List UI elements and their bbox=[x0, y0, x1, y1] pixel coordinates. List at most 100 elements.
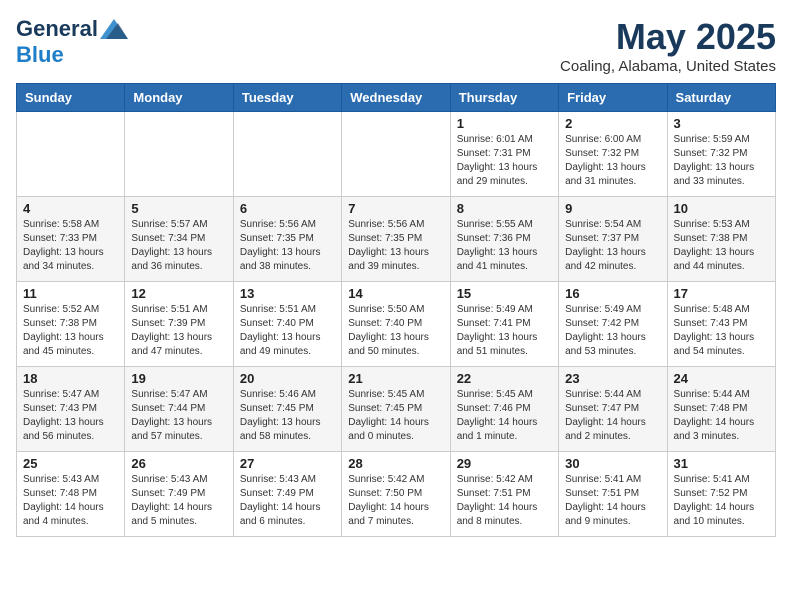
day-number: 6 bbox=[240, 201, 335, 216]
calendar-cell: 28 Sunrise: 5:42 AM Sunset: 7:50 PM Dayli… bbox=[342, 452, 450, 537]
day-info: Sunrise: 5:43 AM Sunset: 7:49 PM Dayligh… bbox=[131, 473, 226, 529]
day-info: Sunrise: 5:58 AM Sunset: 7:33 PM Dayligh… bbox=[23, 218, 118, 274]
day-number: 19 bbox=[131, 371, 226, 386]
calendar-cell: 26 Sunrise: 5:43 AM Sunset: 7:49 PM Dayli… bbox=[125, 452, 233, 537]
day-info: Sunrise: 5:48 AM Sunset: 7:43 PM Dayligh… bbox=[674, 303, 769, 359]
day-number: 8 bbox=[457, 201, 552, 216]
day-info: Sunrise: 5:51 AM Sunset: 7:40 PM Dayligh… bbox=[240, 303, 335, 359]
day-number: 21 bbox=[348, 371, 443, 386]
day-number: 28 bbox=[348, 456, 443, 471]
day-number: 13 bbox=[240, 286, 335, 301]
calendar-cell: 15 Sunrise: 5:49 AM Sunset: 7:41 PM Dayli… bbox=[450, 282, 558, 367]
day-number: 22 bbox=[457, 371, 552, 386]
week-row-4: 18 Sunrise: 5:47 AM Sunset: 7:43 PM Dayli… bbox=[17, 367, 776, 452]
calendar-cell: 2Sunrise: 6:00 AM Sunset: 7:32 PM Daylig… bbox=[559, 112, 667, 197]
logo: General Blue bbox=[16, 16, 128, 68]
day-number: 16 bbox=[565, 286, 660, 301]
day-info: Sunrise: 5:41 AM Sunset: 7:52 PM Dayligh… bbox=[674, 473, 769, 529]
day-number: 14 bbox=[348, 286, 443, 301]
calendar-cell: 27 Sunrise: 5:43 AM Sunset: 7:49 PM Dayli… bbox=[233, 452, 341, 537]
day-number: 27 bbox=[240, 456, 335, 471]
day-info: Sunrise: 5:43 AM Sunset: 7:48 PM Dayligh… bbox=[23, 473, 118, 529]
day-info: Sunrise: 5:47 AM Sunset: 7:44 PM Dayligh… bbox=[131, 388, 226, 444]
day-number: 23 bbox=[565, 371, 660, 386]
weekday-header-sunday: Sunday bbox=[17, 84, 125, 112]
day-number: 3 bbox=[674, 116, 769, 131]
day-number: 11 bbox=[23, 286, 118, 301]
calendar-cell: 7Sunrise: 5:56 AM Sunset: 7:35 PM Daylig… bbox=[342, 197, 450, 282]
calendar-cell bbox=[342, 112, 450, 197]
calendar-cell: 16 Sunrise: 5:49 AM Sunset: 7:42 PM Dayli… bbox=[559, 282, 667, 367]
week-row-5: 25Sunrise: 5:43 AM Sunset: 7:48 PM Dayli… bbox=[17, 452, 776, 537]
day-info: Sunrise: 5:51 AM Sunset: 7:39 PM Dayligh… bbox=[131, 303, 226, 359]
day-info: Sunrise: 5:52 AM Sunset: 7:38 PM Dayligh… bbox=[23, 303, 118, 359]
weekday-header-tuesday: Tuesday bbox=[233, 84, 341, 112]
calendar-cell: 25Sunrise: 5:43 AM Sunset: 7:48 PM Dayli… bbox=[17, 452, 125, 537]
day-info: Sunrise: 5:56 AM Sunset: 7:35 PM Dayligh… bbox=[240, 218, 335, 274]
calendar-cell: 13 Sunrise: 5:51 AM Sunset: 7:40 PM Dayli… bbox=[233, 282, 341, 367]
weekday-header-friday: Friday bbox=[559, 84, 667, 112]
calendar-cell: 1Sunrise: 6:01 AM Sunset: 7:31 PM Daylig… bbox=[450, 112, 558, 197]
day-info: Sunrise: 5:49 AM Sunset: 7:42 PM Dayligh… bbox=[565, 303, 660, 359]
day-info: Sunrise: 5:45 AM Sunset: 7:46 PM Dayligh… bbox=[457, 388, 552, 444]
day-number: 2 bbox=[565, 116, 660, 131]
day-number: 12 bbox=[131, 286, 226, 301]
logo-blue-text: Blue bbox=[16, 42, 64, 68]
day-info: Sunrise: 5:44 AM Sunset: 7:48 PM Dayligh… bbox=[674, 388, 769, 444]
day-info: Sunrise: 5:46 AM Sunset: 7:45 PM Dayligh… bbox=[240, 388, 335, 444]
day-number: 31 bbox=[674, 456, 769, 471]
day-info: Sunrise: 5:42 AM Sunset: 7:50 PM Dayligh… bbox=[348, 473, 443, 529]
calendar-cell: 19 Sunrise: 5:47 AM Sunset: 7:44 PM Dayli… bbox=[125, 367, 233, 452]
week-row-1: 1Sunrise: 6:01 AM Sunset: 7:31 PM Daylig… bbox=[17, 112, 776, 197]
day-number: 10 bbox=[674, 201, 769, 216]
day-number: 30 bbox=[565, 456, 660, 471]
day-number: 20 bbox=[240, 371, 335, 386]
day-number: 29 bbox=[457, 456, 552, 471]
weekday-header-monday: Monday bbox=[125, 84, 233, 112]
week-row-2: 4Sunrise: 5:58 AM Sunset: 7:33 PM Daylig… bbox=[17, 197, 776, 282]
calendar-cell: 21Sunrise: 5:45 AM Sunset: 7:45 PM Dayli… bbox=[342, 367, 450, 452]
calendar-cell bbox=[17, 112, 125, 197]
calendar-cell: 11 Sunrise: 5:52 AM Sunset: 7:38 PM Dayli… bbox=[17, 282, 125, 367]
day-number: 18 bbox=[23, 371, 118, 386]
weekday-header-row: SundayMondayTuesdayWednesdayThursdayFrid… bbox=[17, 84, 776, 112]
day-info: Sunrise: 5:59 AM Sunset: 7:32 PM Dayligh… bbox=[674, 133, 769, 189]
calendar-cell: 31 Sunrise: 5:41 AM Sunset: 7:52 PM Dayli… bbox=[667, 452, 775, 537]
calendar-table: SundayMondayTuesdayWednesdayThursdayFrid… bbox=[16, 83, 776, 537]
calendar-cell: 14 Sunrise: 5:50 AM Sunset: 7:40 PM Dayli… bbox=[342, 282, 450, 367]
day-number: 15 bbox=[457, 286, 552, 301]
day-info: Sunrise: 5:41 AM Sunset: 7:51 PM Dayligh… bbox=[565, 473, 660, 529]
day-info: Sunrise: 5:44 AM Sunset: 7:47 PM Dayligh… bbox=[565, 388, 660, 444]
calendar-cell: 8Sunrise: 5:55 AM Sunset: 7:36 PM Daylig… bbox=[450, 197, 558, 282]
day-info: Sunrise: 5:54 AM Sunset: 7:37 PM Dayligh… bbox=[565, 218, 660, 274]
day-number: 5 bbox=[131, 201, 226, 216]
title-block: May 2025 Coaling, Alabama, United States bbox=[560, 16, 776, 75]
weekday-header-saturday: Saturday bbox=[667, 84, 775, 112]
calendar-cell bbox=[125, 112, 233, 197]
calendar-cell: 5 Sunrise: 5:57 AM Sunset: 7:34 PM Daylig… bbox=[125, 197, 233, 282]
page-title: May 2025 bbox=[560, 16, 776, 58]
week-row-3: 11 Sunrise: 5:52 AM Sunset: 7:38 PM Dayli… bbox=[17, 282, 776, 367]
day-number: 26 bbox=[131, 456, 226, 471]
calendar-cell bbox=[233, 112, 341, 197]
subtitle: Coaling, Alabama, United States bbox=[560, 58, 776, 75]
calendar-cell: 30 Sunrise: 5:41 AM Sunset: 7:51 PM Dayli… bbox=[559, 452, 667, 537]
calendar-cell: 24Sunrise: 5:44 AM Sunset: 7:48 PM Dayli… bbox=[667, 367, 775, 452]
day-info: Sunrise: 5:49 AM Sunset: 7:41 PM Dayligh… bbox=[457, 303, 552, 359]
calendar-cell: 23 Sunrise: 5:44 AM Sunset: 7:47 PM Dayli… bbox=[559, 367, 667, 452]
calendar-cell: 29Sunrise: 5:42 AM Sunset: 7:51 PM Dayli… bbox=[450, 452, 558, 537]
day-info: Sunrise: 5:57 AM Sunset: 7:34 PM Dayligh… bbox=[131, 218, 226, 274]
calendar-cell: 17 Sunrise: 5:48 AM Sunset: 7:43 PM Dayli… bbox=[667, 282, 775, 367]
day-info: Sunrise: 6:01 AM Sunset: 7:31 PM Dayligh… bbox=[457, 133, 552, 189]
calendar-cell: 6 Sunrise: 5:56 AM Sunset: 7:35 PM Daylig… bbox=[233, 197, 341, 282]
day-number: 17 bbox=[674, 286, 769, 301]
day-info: Sunrise: 5:43 AM Sunset: 7:49 PM Dayligh… bbox=[240, 473, 335, 529]
day-info: Sunrise: 5:47 AM Sunset: 7:43 PM Dayligh… bbox=[23, 388, 118, 444]
calendar-cell: 20 Sunrise: 5:46 AM Sunset: 7:45 PM Dayli… bbox=[233, 367, 341, 452]
logo-icon bbox=[100, 19, 128, 39]
logo-general: General bbox=[16, 16, 98, 42]
day-number: 7 bbox=[348, 201, 443, 216]
day-number: 9 bbox=[565, 201, 660, 216]
day-info: Sunrise: 5:50 AM Sunset: 7:40 PM Dayligh… bbox=[348, 303, 443, 359]
calendar-cell: 3 Sunrise: 5:59 AM Sunset: 7:32 PM Daylig… bbox=[667, 112, 775, 197]
